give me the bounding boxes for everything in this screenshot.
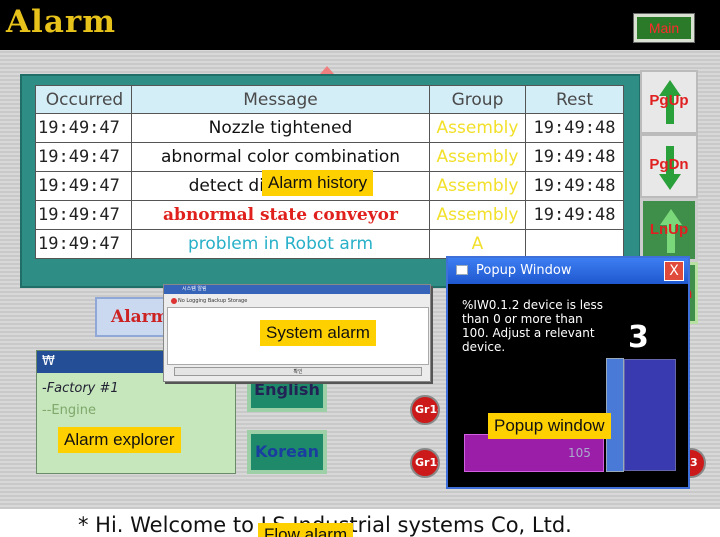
cell-rest: 19:49:48	[525, 171, 624, 201]
cell-group: Assembly	[429, 142, 526, 172]
cell-rest: 19:49:48	[525, 200, 624, 230]
history-tab-marker	[320, 66, 334, 74]
column-header-occurred[interactable]: Occurred	[35, 85, 132, 114]
table-row[interactable]: 19:49:47 abnormal color combination Asse…	[35, 142, 624, 172]
page-down-label: PgDn	[649, 156, 689, 173]
table-row[interactable]: 19:49:47 abnormal state conveyor Assembl…	[35, 200, 624, 230]
window-icon	[456, 265, 468, 275]
cell-occurred: 19:49:47	[35, 200, 132, 230]
cell-occurred: 19:49:47	[35, 229, 132, 259]
popup-title-bar[interactable]: Popup Window	[448, 258, 688, 284]
table-row[interactable]: 19:49:47 problem in Robot arm A	[35, 229, 624, 259]
page-up-label: PgUp	[649, 92, 689, 109]
main-button[interactable]: Main	[633, 13, 695, 43]
callout-flow-alarm: Flow alarm	[258, 523, 354, 537]
line-up-button[interactable]: LnUp	[640, 198, 698, 262]
callout-popup-window: Popup window	[488, 413, 611, 439]
cell-group: Assembly	[429, 171, 526, 201]
popup-window: Popup Window X %IW0.1.2 device is less t…	[446, 256, 690, 489]
value-bar	[624, 359, 676, 471]
cell-message: abnormal state conveyor	[131, 200, 430, 230]
group-1-button[interactable]: Gr1-	[410, 395, 440, 425]
cell-occurred: 19:49:47	[35, 142, 132, 172]
footer-bar: * Hi. Welcome to LS Industrial systems C…	[0, 509, 720, 537]
cell-message: problem in Robot arm	[131, 229, 430, 259]
tree-item-engine[interactable]: --Engine	[42, 403, 96, 418]
cell-group: A	[429, 229, 526, 259]
korean-button[interactable]: Korean	[247, 430, 327, 474]
system-alarm-message: No Logging Backup Storage	[178, 298, 248, 304]
cell-occurred: 19:49:47	[35, 171, 132, 201]
cell-rest	[525, 229, 624, 259]
callout-alarm-explorer: Alarm explorer	[58, 427, 181, 453]
system-alarm-ok-button[interactable]: 확인	[174, 367, 422, 376]
column-header-rest[interactable]: Rest	[525, 85, 624, 114]
cell-message: abnormal color combination	[131, 142, 430, 172]
cell-message: Nozzle tightened	[131, 113, 430, 143]
system-alarm-title-bar: 시스템 알림	[164, 285, 430, 294]
page-down-button[interactable]: PgDn	[640, 134, 698, 198]
column-header-group[interactable]: Group	[429, 85, 526, 114]
table-header-row: Occurred Message Group Rest	[35, 85, 624, 114]
column-header-message[interactable]: Message	[131, 85, 430, 114]
line-up-label: LnUp	[649, 221, 689, 238]
header-bar: Alarm Main	[0, 0, 720, 50]
cell-occurred: 19:49:47	[35, 113, 132, 143]
hmi-screen: Alarm Main Occurred Message Group Rest 1…	[0, 0, 720, 537]
cell-rest: 19:49:48	[525, 142, 624, 172]
group-2-button[interactable]: Gr1-2	[410, 448, 440, 478]
page-up-button[interactable]: PgUp	[640, 70, 698, 134]
popup-message: %IW0.1.2 device is less than 0 or more t…	[462, 298, 604, 354]
tree-item-factory[interactable]: -Factory #1	[42, 381, 119, 396]
cell-group: Assembly	[429, 113, 526, 143]
page-title: Alarm	[6, 4, 117, 40]
cell-rest: 19:49:48	[525, 113, 624, 143]
level-value: 105	[568, 446, 591, 460]
callout-alarm-history: Alarm history	[262, 170, 374, 196]
callout-system-alarm: System alarm	[260, 320, 376, 346]
close-button[interactable]: X	[664, 261, 684, 281]
cell-group: Assembly	[429, 200, 526, 230]
table-row[interactable]: 19:49:47 Nozzle tightened Assembly 19:49…	[35, 113, 624, 143]
popup-value: 3	[628, 320, 649, 355]
